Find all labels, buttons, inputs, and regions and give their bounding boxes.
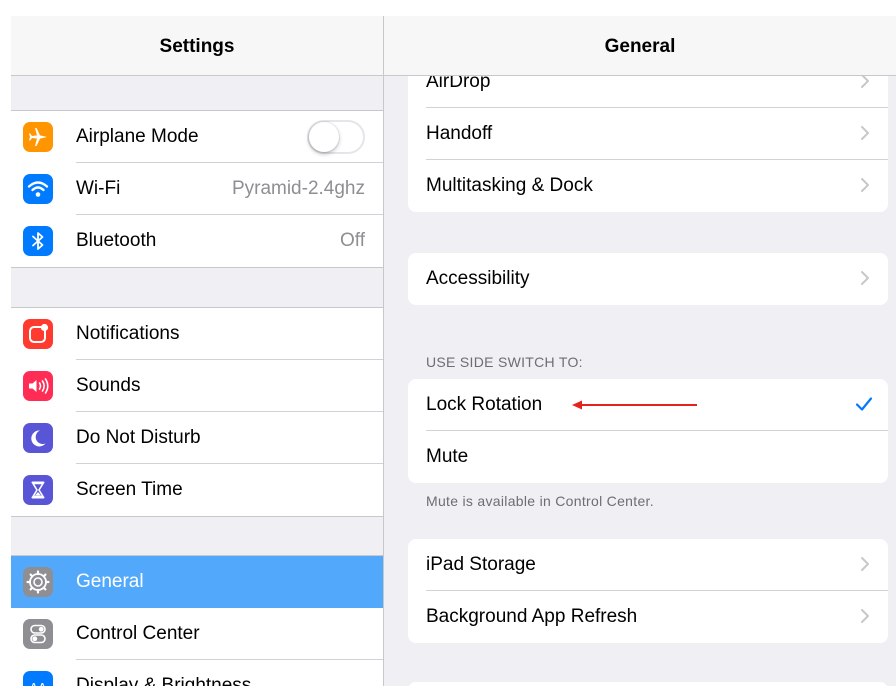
background-app-refresh-row[interactable]: Background App Refresh bbox=[408, 591, 888, 643]
row-label: Background App Refresh bbox=[426, 606, 638, 627]
sidebar-item-label: Wi-Fi bbox=[76, 178, 121, 199]
lock-rotation-option[interactable]: Lock Rotation bbox=[408, 379, 888, 431]
next-card bbox=[408, 682, 888, 686]
sidebar-item-display-brightness[interactable]: AA Display & Brightness bbox=[11, 660, 383, 686]
wifi-network-name: Pyramid-2.4ghz bbox=[231, 178, 365, 199]
sidebar-item-label: Do Not Disturb bbox=[76, 427, 201, 448]
chevron-right-icon bbox=[861, 557, 869, 571]
sidebar-item-general[interactable]: General bbox=[11, 556, 383, 608]
sidebar-item-wifi[interactable]: Wi-Fi Pyramid-2.4ghz bbox=[11, 163, 383, 215]
mute-option[interactable]: Mute bbox=[408, 431, 888, 483]
wifi-icon bbox=[23, 174, 53, 204]
storage-card: iPad Storage Background App Refresh bbox=[408, 539, 888, 643]
ipad-storage-row[interactable]: iPad Storage bbox=[408, 539, 888, 591]
detail-nav-bar: General bbox=[384, 16, 896, 76]
accessibility-row[interactable]: Accessibility bbox=[408, 253, 888, 305]
sidebar-item-label: Display & Brightness bbox=[76, 675, 252, 686]
sidebar-item-bluetooth[interactable]: Bluetooth Off bbox=[11, 215, 383, 267]
sidebar-item-label: General bbox=[76, 571, 144, 592]
multitasking-dock-row[interactable]: Multitasking & Dock bbox=[408, 160, 888, 212]
sidebar-item-airplane-mode[interactable]: Airplane Mode bbox=[11, 111, 383, 163]
gear-icon bbox=[23, 567, 53, 597]
notifications-icon bbox=[23, 319, 53, 349]
ipad-settings-window: Settings Airplane Mode Wi-Fi Pyramid-2.4… bbox=[11, 16, 896, 686]
sidebar-item-control-center[interactable]: Control Center bbox=[11, 608, 383, 660]
svg-text:AA: AA bbox=[29, 680, 47, 686]
toggle-knob bbox=[309, 122, 339, 152]
control-center-icon bbox=[23, 619, 53, 649]
sidebar-item-label: Sounds bbox=[76, 375, 141, 396]
notifications-group: Notifications Sounds Do Not Disturb Scre… bbox=[11, 307, 383, 517]
general-detail-pane: General AirDrop Handoff Multitasking & D… bbox=[384, 16, 896, 686]
sidebar-item-sounds[interactable]: Sounds bbox=[11, 360, 383, 412]
settings-sidebar: Settings Airplane Mode Wi-Fi Pyramid-2.4… bbox=[11, 16, 383, 686]
handoff-row[interactable]: Handoff bbox=[408, 108, 888, 160]
checkmark-icon bbox=[855, 397, 873, 411]
row-label: Accessibility bbox=[426, 268, 530, 289]
chevron-right-icon bbox=[861, 126, 869, 140]
sidebar-item-label: Control Center bbox=[76, 623, 200, 644]
sharing-card: AirDrop Handoff Multitasking & Dock bbox=[408, 56, 888, 212]
moon-icon bbox=[23, 423, 53, 453]
sidebar-item-label: Airplane Mode bbox=[76, 126, 199, 147]
bluetooth-icon bbox=[23, 226, 53, 256]
display-brightness-icon: AA bbox=[23, 671, 53, 686]
sidebar-title: Settings bbox=[159, 36, 235, 57]
chevron-right-icon bbox=[861, 609, 869, 623]
sidebar-nav-bar: Settings bbox=[11, 16, 383, 76]
airplane-icon bbox=[23, 122, 53, 152]
sidebar-item-do-not-disturb[interactable]: Do Not Disturb bbox=[11, 412, 383, 464]
airplane-mode-toggle[interactable] bbox=[307, 120, 365, 154]
sidebar-item-label: Notifications bbox=[76, 323, 180, 344]
row-label: Lock Rotation bbox=[426, 394, 543, 415]
side-switch-section-header: USE SIDE SWITCH TO: bbox=[426, 354, 583, 370]
connectivity-group: Airplane Mode Wi-Fi Pyramid-2.4ghz Bluet… bbox=[11, 110, 383, 268]
chevron-right-icon bbox=[861, 178, 869, 192]
sidebar-item-label: Screen Time bbox=[76, 479, 183, 500]
sidebar-item-label: Bluetooth bbox=[76, 230, 157, 251]
bluetooth-status: Off bbox=[340, 230, 365, 251]
side-switch-section-footer: Mute is available in Control Center. bbox=[426, 493, 654, 509]
chevron-right-icon bbox=[861, 271, 869, 285]
accessibility-card: Accessibility bbox=[408, 253, 888, 305]
row-label: Multitasking & Dock bbox=[426, 175, 593, 196]
sidebar-item-screen-time[interactable]: Screen Time bbox=[11, 464, 383, 516]
row-label: Mute bbox=[426, 446, 469, 467]
row-label: iPad Storage bbox=[426, 554, 536, 575]
annotation-arrow-icon bbox=[572, 400, 697, 410]
row-label: Handoff bbox=[426, 123, 493, 144]
detail-title: General bbox=[604, 36, 676, 57]
sidebar-item-notifications[interactable]: Notifications bbox=[11, 308, 383, 360]
hourglass-icon bbox=[23, 475, 53, 505]
side-switch-card: Lock Rotation Mute bbox=[408, 379, 888, 483]
sounds-icon bbox=[23, 371, 53, 401]
general-group: General Control Center AA Display & Brig… bbox=[11, 555, 383, 686]
